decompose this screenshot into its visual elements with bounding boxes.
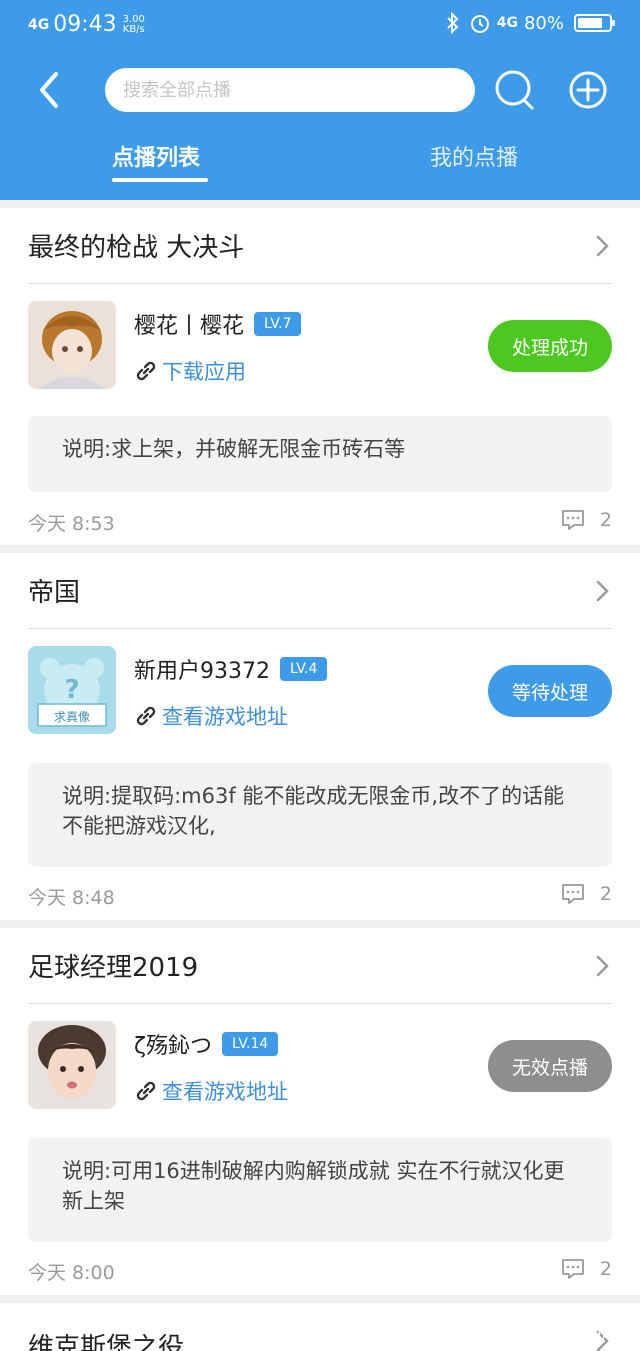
chevron-right-icon — [596, 580, 609, 601]
bluetooth-icon — [447, 12, 459, 34]
chevron-right-icon — [596, 955, 609, 976]
game-address-link[interactable]: 查看游戏地址 — [134, 1076, 288, 1106]
search-input[interactable] — [105, 68, 475, 112]
add-request-button[interactable] — [568, 70, 608, 110]
link-label: 下载应用 — [162, 360, 246, 384]
status-badge[interactable]: 等待处理 — [488, 665, 612, 717]
card-title-row[interactable]: 最终的枪战 大决斗 — [28, 208, 612, 284]
signal-indicator: 4G — [28, 16, 50, 33]
tab-my-requests[interactable]: 我的点播 — [430, 140, 518, 184]
watermark-logo-icon — [522, 1319, 546, 1343]
post-time: 今天 8:53 — [28, 513, 115, 535]
search-button[interactable] — [494, 68, 536, 112]
chevron-left-icon — [40, 72, 58, 108]
clock: 09:43 — [53, 12, 117, 37]
active-tab-indicator — [112, 178, 208, 182]
comment-icon — [562, 510, 584, 530]
post-time: 今天 8:48 — [28, 887, 115, 909]
game-title: 足球经理2019 — [28, 953, 199, 983]
level-badge: LV.14 — [221, 1032, 279, 1056]
search-icon — [495, 70, 534, 110]
comment-count-value: 2 — [599, 509, 612, 531]
username[interactable]: ζ殇鈊つ — [134, 1028, 212, 1060]
game-title: 帝国 — [28, 578, 81, 608]
post-time: 今天 8:00 — [28, 1262, 115, 1284]
status-badge[interactable]: 无效点播 — [488, 1040, 612, 1092]
link-label: 查看游戏地址 — [162, 705, 288, 729]
battery-percent: 80% — [523, 12, 564, 34]
link-label: 查看游戏地址 — [162, 1080, 288, 1104]
chevron-right-icon — [596, 235, 609, 256]
plus-circle-icon — [569, 71, 607, 109]
battery-icon — [574, 14, 615, 32]
comment-count[interactable]: 2 — [560, 1257, 612, 1281]
username[interactable]: 新用户93372 — [134, 653, 270, 685]
avatar[interactable]: ? 求真像 — [28, 646, 116, 734]
level-badge: LV.4 — [280, 657, 328, 681]
level-badge: LV.7 — [254, 312, 302, 336]
watermark: 悟空问答 — [522, 1318, 624, 1344]
avatar-caption: 求真像 — [53, 710, 90, 724]
request-description: 说明:提取码:m63f 能不能改成无限金币,改不了的话能不能把游戏汉化, — [28, 763, 612, 867]
watermark-text: 悟空问答 — [552, 1322, 624, 1343]
comment-count[interactable]: 2 — [560, 508, 612, 532]
network-type: 4G — [496, 15, 518, 31]
comment-icon — [562, 1259, 584, 1279]
game-title: 维克斯堡之役 — [28, 1332, 185, 1351]
card-title-row[interactable]: 足球经理2019 — [28, 928, 612, 1004]
link-icon — [136, 706, 156, 726]
svg-text:?: ? — [64, 675, 79, 705]
comment-count[interactable]: 2 — [560, 882, 612, 906]
avatar[interactable] — [28, 301, 116, 389]
alarm-icon — [470, 15, 489, 33]
comment-count-value: 2 — [599, 1258, 612, 1280]
request-description: 说明:可用16进制破解内购解锁成就 实在不行就汉化更新上架 — [28, 1138, 612, 1242]
download-app-link[interactable]: 下载应用 — [134, 356, 246, 386]
request-card: 最终的枪战 大决斗 樱花丨樱花 LV.7 下载应用 处理成功 说明:求上架，并破… — [0, 208, 640, 545]
network-speed: 3.00 KB/s — [122, 13, 145, 35]
request-card: 帝国 ? 求真像 新用户93372 LV.4 查看游戏地址 等待处理 说明:提取… — [0, 553, 640, 920]
game-address-link[interactable]: 查看游戏地址 — [134, 701, 288, 731]
username[interactable]: 樱花丨樱花 — [134, 308, 244, 340]
request-card: 足球经理2019 ζ殇鈊つ LV.14 查看游戏地址 无效点播 说明:可用16进… — [0, 928, 640, 1295]
request-description: 说明:求上架，并破解无限金币砖石等 — [28, 416, 612, 492]
card-title-row[interactable]: 帝国 — [28, 553, 612, 629]
status-bar: 4G 09:43 3.00 KB/s 4G 80% — [0, 0, 640, 52]
battery-level — [578, 18, 602, 28]
back-button[interactable] — [28, 68, 68, 112]
avatar[interactable] — [28, 1021, 116, 1109]
comment-icon — [562, 884, 584, 904]
status-badge[interactable]: 处理成功 — [488, 320, 612, 372]
app-header: 4G 09:43 3.00 KB/s 4G 80% 点播列表 我的点播 — [0, 0, 640, 200]
link-icon — [136, 1081, 156, 1101]
game-title: 最终的枪战 大决斗 — [28, 233, 245, 263]
link-icon — [136, 361, 156, 381]
comment-count-value: 2 — [599, 883, 612, 905]
